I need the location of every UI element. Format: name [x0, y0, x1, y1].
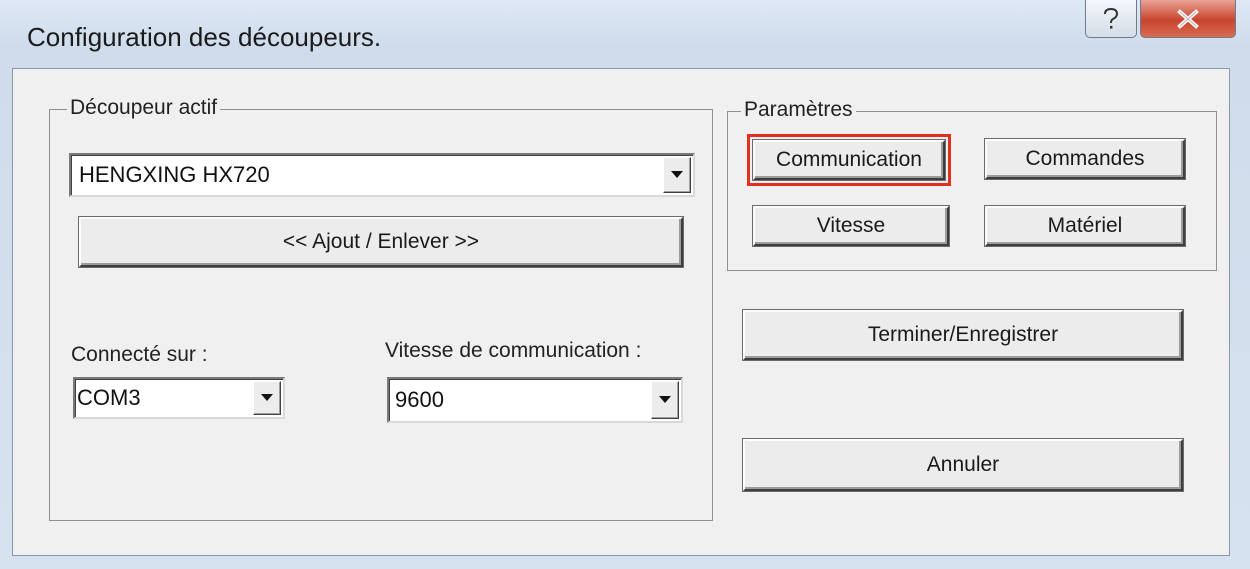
- active-cutter-group-label: Découpeur actif: [67, 96, 221, 120]
- window-title: Configuration des découpeurs.: [27, 22, 382, 52]
- port-select-value: COM3: [77, 385, 141, 410]
- port-dropdown-arrow[interactable]: [253, 381, 281, 415]
- port-label: Connecté sur :: [71, 343, 208, 366]
- parameters-group: [727, 111, 1217, 271]
- title-bar[interactable]: Configuration des découpeurs.: [0, 0, 1250, 68]
- dialog-client-area: Découpeur actif HENGXING HX720 << Ajout …: [12, 68, 1230, 556]
- close-x-icon: [1175, 8, 1201, 29]
- commands-button[interactable]: Commandes: [985, 139, 1185, 179]
- baud-label: Vitesse de communication :: [385, 339, 642, 362]
- chevron-down-icon: [671, 166, 683, 184]
- baud-dropdown-arrow[interactable]: [651, 381, 679, 419]
- hardware-button[interactable]: Matériel: [985, 206, 1185, 246]
- cancel-button[interactable]: Annuler: [743, 439, 1183, 491]
- add-remove-button[interactable]: << Ajout / Enlever >>: [79, 217, 683, 267]
- chevron-down-icon: [261, 389, 273, 407]
- close-button[interactable]: [1140, 0, 1236, 38]
- chevron-down-icon: [659, 391, 671, 409]
- cutter-dropdown-arrow[interactable]: [663, 157, 691, 193]
- speed-button[interactable]: Vitesse: [753, 206, 949, 246]
- port-select[interactable]: COM3: [73, 377, 285, 419]
- finish-save-button[interactable]: Terminer/Enregistrer: [743, 310, 1183, 360]
- dialog-window: Configuration des découpeurs. Découpeur …: [0, 0, 1250, 569]
- communication-button[interactable]: Communication: [747, 134, 951, 186]
- parameters-group-label: Paramètres: [741, 98, 856, 122]
- question-mark-icon: [1101, 7, 1121, 31]
- baud-select-value: 9600: [395, 387, 444, 412]
- cutter-select[interactable]: HENGXING HX720: [69, 153, 695, 197]
- help-button[interactable]: [1085, 0, 1137, 38]
- baud-select[interactable]: 9600: [387, 377, 683, 423]
- cutter-select-value: HENGXING HX720: [79, 162, 270, 187]
